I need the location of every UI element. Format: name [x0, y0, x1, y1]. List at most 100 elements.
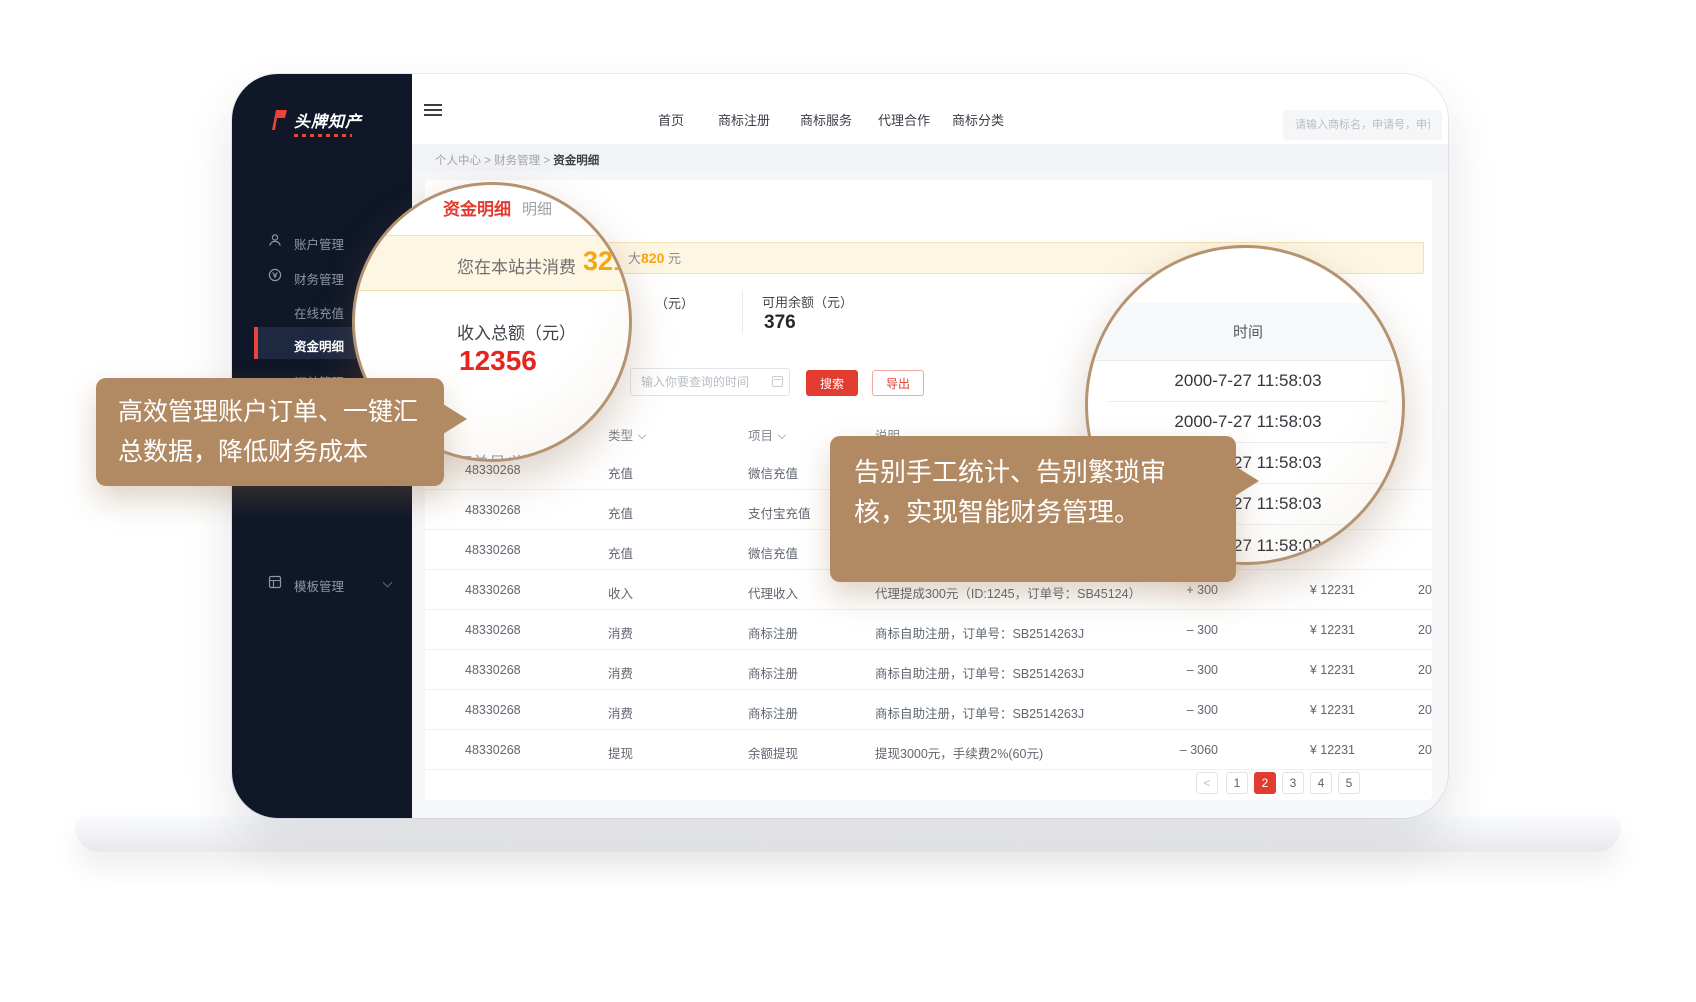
- cell-type: 消费: [608, 703, 633, 722]
- callout-left: 高效管理账户订单、一键汇总数据，降低财务成本: [96, 378, 444, 486]
- sort-chevron-icon: [638, 431, 646, 439]
- cell-project: 微信充值: [748, 463, 798, 482]
- cell-order: 48330268: [465, 743, 521, 757]
- pagination-page-1[interactable]: 1: [1226, 772, 1248, 794]
- nav-trademark-service[interactable]: 商标服务: [800, 110, 852, 129]
- cell-project: 余额提现: [748, 743, 798, 762]
- lens-banner-amount: 32124: [583, 246, 632, 277]
- cell-type: 消费: [608, 623, 633, 642]
- cell-project: 商标注册: [748, 703, 798, 722]
- pagination-page-5[interactable]: 5: [1338, 772, 1360, 794]
- cell-type: 充值: [608, 503, 633, 522]
- cell-project: 微信充值: [748, 543, 798, 562]
- cell-project: 代理收入: [748, 583, 798, 602]
- cell-order: 48330268: [465, 463, 521, 477]
- callout-arrow-icon: [1235, 466, 1259, 496]
- pagination-page-2-active[interactable]: 2: [1254, 772, 1276, 794]
- cell-time: 2000-7-27 11:58:03: [1418, 583, 1432, 597]
- search-button[interactable]: 搜索: [806, 370, 858, 396]
- breadcrumb-separator: >: [484, 155, 491, 167]
- pagination-page-4[interactable]: 4: [1310, 772, 1332, 794]
- nav-agent-coop[interactable]: 代理合作: [878, 110, 930, 129]
- breadcrumb: 个人中心 > 财务管理 > 资金明细: [435, 152, 599, 168]
- export-button[interactable]: 导出: [872, 370, 924, 396]
- logo: 头牌知产: [268, 108, 362, 132]
- breadcrumb-separator: >: [543, 155, 550, 167]
- cell-balance: ¥ 12231: [1257, 583, 1355, 597]
- cell-balance: ¥ 12231: [1257, 623, 1355, 637]
- cell-amount: – 300: [1120, 663, 1218, 677]
- sidebar-item-label: 在线充值: [294, 303, 344, 322]
- calendar-icon[interactable]: [772, 376, 783, 387]
- finance-icon: [268, 268, 282, 282]
- cell-type: 充值: [608, 463, 633, 482]
- sidebar-item-funds-detail[interactable]: 资金明细: [294, 336, 344, 355]
- lens-income-label: 收入总额（元）: [457, 319, 576, 344]
- cell-desc: 商标自助注册，订单号：SB2514263J: [875, 703, 1084, 722]
- callout-right: 告别手工统计、告别繁琐审核，实现智能财务管理。: [830, 436, 1236, 582]
- hamburger-menu-icon[interactable]: [424, 104, 442, 119]
- cell-desc: 代理提成300元（ID:1245，订单号：SB45124）: [875, 583, 1141, 602]
- cell-type: 消费: [608, 663, 633, 682]
- callout-right-text: 告别手工统计、告别繁琐审核，实现智能财务管理。: [854, 457, 1166, 527]
- sort-chevron-icon: [778, 431, 786, 439]
- breadcrumb-bar: 个人中心 > 财务管理 > 资金明细: [412, 145, 1448, 171]
- cell-amount: + 300: [1120, 583, 1218, 597]
- col-type-header[interactable]: 类型: [608, 425, 645, 444]
- sidebar-item-label: 财务管理: [294, 269, 344, 288]
- cell-type: 收入: [608, 583, 633, 602]
- template-icon: [268, 575, 282, 589]
- cell-time: 2000-7-27 11:58:03: [1418, 703, 1432, 717]
- expense-label-partial: （元）: [655, 293, 694, 312]
- col-project-header[interactable]: 项目: [748, 425, 785, 444]
- cell-desc: 提现3000元，手续费2%(60元): [875, 743, 1043, 762]
- table-row: 48330268 提现 余额提现 提现3000元，手续费2%(60元) – 30…: [425, 730, 1432, 770]
- sidebar-item-label: 账户管理: [294, 234, 344, 253]
- search-input[interactable]: [1283, 110, 1442, 140]
- cell-balance: ¥ 12231: [1257, 703, 1355, 717]
- cell-order: 48330268: [465, 623, 521, 637]
- cell-time: 2000-7-27 11:58:03: [1418, 743, 1432, 757]
- nav-trademark-category[interactable]: 商标分类: [952, 110, 1004, 129]
- cell-order: 48330268: [465, 543, 521, 557]
- user-icon: [268, 233, 282, 247]
- cell-desc: 商标自助注册，订单号：SB2514263J: [875, 663, 1084, 682]
- cell-amount: – 300: [1120, 623, 1218, 637]
- banner-unit: 元: [664, 251, 681, 266]
- topbar: 首页 商标注册 商标服务 代理合作 商标分类: [412, 74, 1448, 145]
- cell-time: 2000-7-27 11:58:03: [1418, 623, 1432, 637]
- logo-text: 头牌知产: [294, 108, 362, 132]
- sidebar-active-bar: [254, 327, 258, 359]
- cell-project: 支付宝充值: [748, 503, 811, 522]
- sidebar-item-templates[interactable]: 模板管理: [232, 568, 412, 598]
- cell-order: 48330268: [465, 663, 521, 677]
- lens-tab-active: 资金明细: [443, 195, 511, 220]
- pagination-page-3[interactable]: 3: [1282, 772, 1304, 794]
- cell-order: 48330268: [465, 503, 521, 517]
- banner-partial-glyph: 大: [628, 251, 641, 266]
- table-row: 48330268 消费 商标注册 商标自助注册，订单号：SB2514263J –…: [425, 690, 1432, 730]
- cell-type: 充值: [608, 543, 633, 562]
- banner-tail-text: 大820 元: [628, 243, 681, 273]
- breadcrumb-current: 资金明细: [553, 155, 599, 167]
- cell-type: 提现: [608, 743, 633, 762]
- breadcrumb-level2[interactable]: 财务管理: [494, 155, 540, 167]
- cell-amount: – 300: [1120, 703, 1218, 717]
- cell-project: 商标注册: [748, 623, 798, 642]
- table-row: 48330268 消费 商标注册 商标自助注册，订单号：SB2514263J –…: [425, 610, 1432, 650]
- banner-amount: 820: [641, 250, 664, 266]
- lens-time-header: 时间: [1088, 303, 1405, 361]
- cell-amount: – 3060: [1120, 743, 1218, 757]
- chevron-down-icon: [383, 578, 393, 588]
- nav-home[interactable]: 首页: [658, 110, 684, 129]
- cell-balance: ¥ 12231: [1257, 743, 1355, 757]
- nav-trademark-register[interactable]: 商标注册: [718, 110, 770, 129]
- date-query-input[interactable]: [630, 368, 790, 396]
- table-row: 48330268 消费 商标注册 商标自助注册，订单号：SB2514263J –…: [425, 650, 1432, 690]
- pagination-prev[interactable]: <: [1196, 772, 1218, 794]
- breadcrumb-level1[interactable]: 个人中心: [435, 155, 481, 167]
- logo-subtext: [294, 134, 352, 137]
- cell-balance: ¥ 12231: [1257, 663, 1355, 677]
- callout-left-text: 高效管理账户订单、一键汇总数据，降低财务成本: [118, 398, 418, 466]
- lens-banner-prefix: 您在本站共消费: [457, 253, 576, 278]
